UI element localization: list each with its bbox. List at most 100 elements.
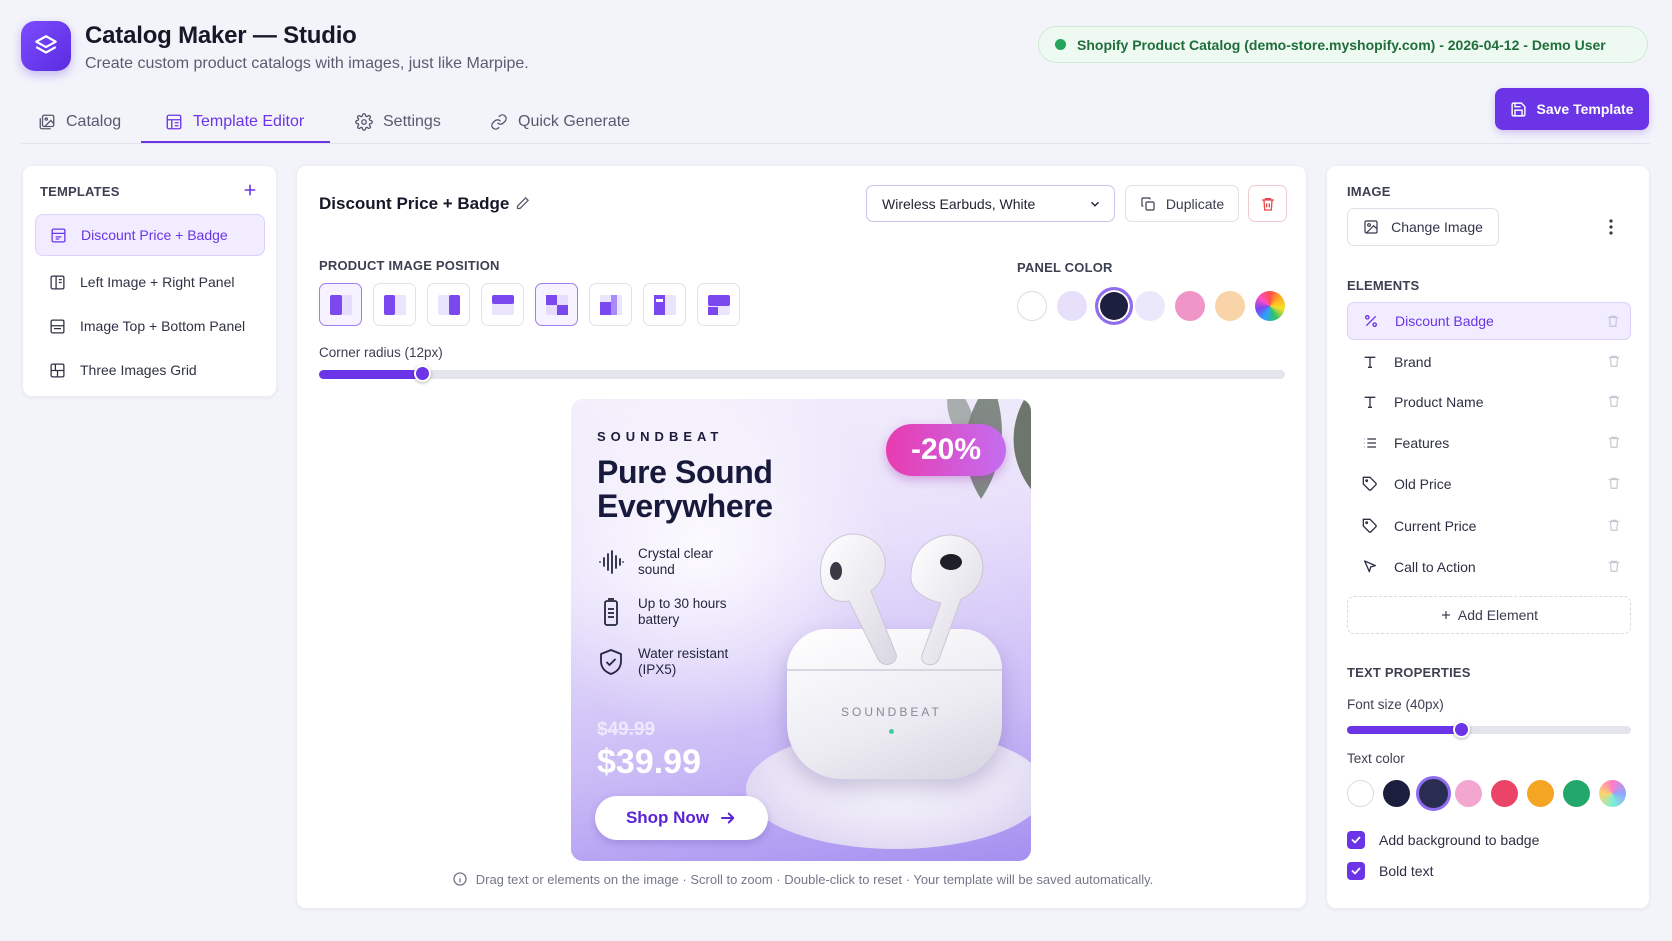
element-old-price[interactable]: Old Price: [1347, 465, 1631, 503]
template-icon: [166, 114, 182, 130]
element-label: Call to Action: [1394, 559, 1476, 575]
font-size-handle[interactable]: [1453, 721, 1470, 738]
tab-label: Quick Generate: [518, 113, 631, 130]
feature-item[interactable]: Water resistant (IPX5): [597, 646, 797, 678]
discount-badge[interactable]: -20%: [886, 424, 1006, 476]
link-icon: [491, 114, 507, 130]
layout-icon: [51, 227, 66, 243]
trash-icon[interactable]: [1607, 476, 1621, 490]
feature-text: Water resistant (IPX5): [638, 646, 729, 677]
image-icon: [1364, 220, 1378, 234]
change-image-button[interactable]: Change Image: [1347, 208, 1499, 246]
template-item-image-top[interactable]: Image Top + Bottom Panel: [35, 305, 265, 347]
layout-mixed-icon: [599, 294, 622, 315]
layout-columns-icon: [50, 274, 65, 290]
tab-quick-generate[interactable]: Quick Generate: [484, 100, 636, 144]
add-element-button[interactable]: Add Element: [1347, 596, 1631, 634]
template-preview-canvas[interactable]: SOUNDBEAT -20% SOUNDBEAT Pure Sound Ever…: [571, 399, 1031, 861]
element-current-price[interactable]: Current Price: [1347, 507, 1631, 545]
layout-left-icon: [329, 294, 352, 315]
text-color-custom[interactable]: [1599, 780, 1626, 807]
preview-product-name[interactable]: Pure Sound Everywhere: [597, 455, 857, 523]
trash-icon[interactable]: [1606, 314, 1620, 328]
corner-radius-track[interactable]: [319, 370, 1285, 379]
hint-text: Drag text or elements on the image · Scr…: [475, 871, 1154, 887]
panel-color-custom[interactable]: [1255, 291, 1285, 321]
trash-icon[interactable]: [1607, 394, 1621, 408]
trash-icon[interactable]: [1607, 559, 1621, 573]
app-subtitle: Create custom product catalogs with imag…: [85, 55, 529, 72]
tag-icon: [1362, 518, 1377, 533]
tab-catalog[interactable]: Catalog: [32, 100, 127, 144]
trash-icon[interactable]: [1607, 354, 1621, 368]
template-item-left-image[interactable]: Left Image + Right Panel: [35, 261, 265, 303]
panel-color-lavender[interactable]: [1057, 291, 1087, 321]
element-product-name[interactable]: Product Name: [1347, 383, 1631, 421]
badge-background-checkbox[interactable]: Add background to badge: [1347, 831, 1539, 849]
layout-right-icon: [437, 294, 460, 315]
tab-settings[interactable]: Settings: [349, 100, 447, 144]
layout-quadrant-icon: [545, 294, 568, 315]
more-options-button[interactable]: [1601, 216, 1621, 238]
call-to-action[interactable]: Shop Now: [595, 796, 768, 840]
position-left-half[interactable]: [373, 283, 416, 326]
template-item-three-images[interactable]: Three Images Grid: [35, 349, 265, 391]
text-color-white[interactable]: [1347, 780, 1374, 807]
position-banner[interactable]: [697, 283, 740, 326]
tabs-divider: [21, 143, 1650, 144]
panel-color-navy[interactable]: [1095, 287, 1133, 325]
text-color-red[interactable]: [1491, 780, 1518, 807]
position-left-full[interactable]: [319, 283, 362, 326]
text-color-pink[interactable]: [1455, 780, 1482, 807]
panel-color-pink[interactable]: [1175, 291, 1205, 321]
font-size-fill: [1347, 726, 1461, 734]
duplicate-button[interactable]: Duplicate: [1125, 185, 1239, 222]
case-brand-text: SOUNDBEAT: [841, 705, 942, 719]
trash-icon[interactable]: [1607, 518, 1621, 532]
bold-text-checkbox[interactable]: Bold text: [1347, 862, 1433, 880]
element-call-to-action[interactable]: Call to Action: [1347, 548, 1631, 586]
template-item-discount-badge[interactable]: Discount Price + Badge: [35, 214, 265, 256]
corner-radius-handle[interactable]: [414, 365, 431, 382]
panel-color-peach[interactable]: [1215, 291, 1245, 321]
list-icon: [1364, 438, 1376, 448]
text-color-orange[interactable]: [1527, 780, 1554, 807]
edit-name-button[interactable]: [515, 196, 530, 211]
gear-icon: [355, 113, 373, 131]
element-brand[interactable]: Brand: [1347, 343, 1631, 381]
template-label: Left Image + Right Panel: [80, 274, 235, 290]
panel-color-pale[interactable]: [1135, 291, 1165, 321]
panel-color-white[interactable]: [1017, 291, 1047, 321]
checkbox-checked-icon[interactable]: [1347, 831, 1365, 849]
element-label: Features: [1394, 435, 1450, 451]
old-price[interactable]: $49.99: [597, 719, 655, 741]
position-split[interactable]: [643, 283, 686, 326]
preview-brand[interactable]: SOUNDBEAT: [597, 429, 723, 444]
tab-template-editor[interactable]: Template Editor: [159, 100, 310, 144]
text-color-indigo[interactable]: [1416, 776, 1451, 811]
product-select[interactable]: Wireless Earbuds, White: [866, 185, 1115, 222]
trash-icon[interactable]: [1607, 435, 1621, 449]
save-template-button[interactable]: Save Template: [1495, 88, 1649, 130]
element-label: Current Price: [1394, 518, 1477, 534]
text-color-green[interactable]: [1563, 780, 1590, 807]
editor-panel: Discount Price + Badge Wireless Earbuds,…: [296, 165, 1307, 909]
position-top[interactable]: [481, 283, 524, 326]
delete-template-button[interactable]: [1248, 185, 1287, 222]
save-icon: [1511, 101, 1527, 117]
add-template-button[interactable]: [242, 182, 258, 198]
template-label: Image Top + Bottom Panel: [80, 318, 246, 334]
text-color-navy[interactable]: [1383, 780, 1410, 807]
element-discount-badge[interactable]: Discount Badge: [1347, 302, 1631, 340]
image-heading: IMAGE: [1347, 184, 1391, 199]
feature-item[interactable]: Crystal clear sound: [597, 546, 797, 578]
position-mixed[interactable]: [589, 283, 632, 326]
element-label: Brand: [1394, 354, 1432, 370]
position-quadrant[interactable]: [535, 283, 578, 326]
element-features[interactable]: Features: [1347, 424, 1631, 462]
template-name: Discount Price + Badge: [319, 194, 510, 213]
current-price[interactable]: $39.99: [597, 743, 701, 782]
feature-item[interactable]: Up to 30 hours battery: [597, 596, 797, 628]
position-right-half[interactable]: [427, 283, 470, 326]
checkbox-checked-icon[interactable]: [1347, 862, 1365, 880]
